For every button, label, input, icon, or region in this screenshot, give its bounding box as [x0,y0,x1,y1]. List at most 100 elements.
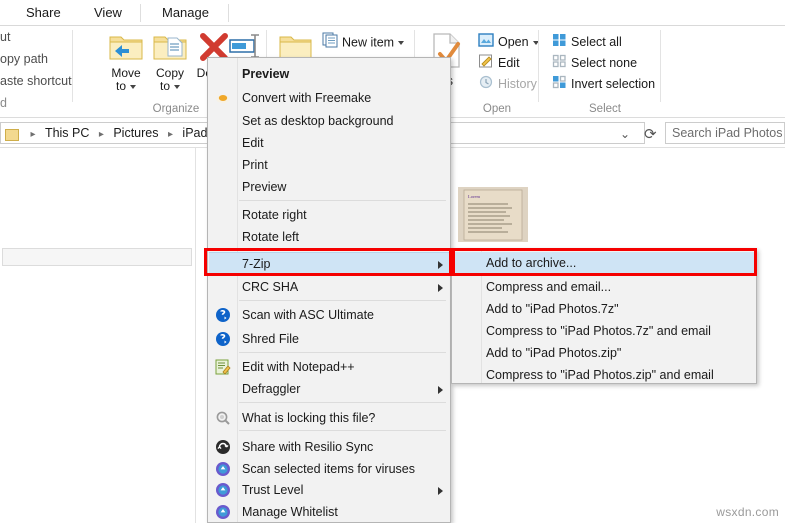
menu-item-scan-asc-ultimate[interactable]: Scan with ASC Ultimate [209,304,451,326]
menu-item-crc-sha[interactable]: CRC SHA [209,276,451,298]
breadcrumb-sep-1[interactable]: ▸ [94,125,109,145]
svg-text:Lorem: Lorem [468,194,480,199]
edit-label: Edit [498,56,520,70]
menu-label-asc: Scan with ASC Ultimate [242,308,374,322]
tab-divider-2 [228,4,229,22]
select-all-button[interactable]: Select all [552,32,622,52]
menu-separator-4 [239,352,446,353]
avast-scan-icon [215,461,231,477]
move-to-label: Move [111,66,140,80]
new-item-label: New item [342,35,394,49]
breadcrumb-pictures[interactable]: Pictures [113,123,158,143]
invert-selection-label: Invert selection [571,77,655,91]
select-none-button[interactable]: Select none [552,53,637,73]
menu-label-locking: What is locking this file? [242,411,375,425]
menu-label-notepad: Edit with Notepad++ [242,360,355,374]
chevron-right-icon-3 [438,386,443,394]
new-item-button[interactable]: New item [322,32,404,52]
open-button[interactable]: Open [478,32,539,52]
menu-item-convert-freemake[interactable]: Convert with Freemake [209,87,451,109]
file-thumbnail-3: Lorem [458,187,528,242]
ribbon-tabstrip: Share View Manage [0,0,785,26]
lock-search-icon [215,410,231,426]
chevron-down-icon-2[interactable] [174,85,180,89]
menu-item-edit[interactable]: Edit [209,132,451,154]
open-picture-icon [478,33,494,53]
new-item-icon [322,32,338,54]
menu-label-trust: Trust Level [242,483,303,497]
resilio-icon [215,439,231,455]
history-label: History [498,77,537,91]
search-input[interactable]: Search iPad Photos [665,122,785,144]
submenu-item-compress-and-email[interactable]: Compress and email... [453,276,757,298]
menu-item-scan-for-viruses[interactable]: Scan selected items for viruses [209,458,451,480]
copy-to-label: Copy [156,66,184,80]
menu-label-crcsha: CRC SHA [242,280,298,294]
group-divider-clipboard [72,30,73,102]
move-to-sublabel: to [116,79,126,93]
tab-view[interactable]: View [82,0,134,26]
menu-item-share-resilio[interactable]: Share with Resilio Sync [209,436,451,458]
menu-item-defraggler[interactable]: Defraggler [209,378,451,400]
menu-label-scan-viruses: Scan selected items for viruses [242,462,415,476]
menu-item-set-desktop-background[interactable]: Set as desktop background [209,110,451,132]
group-divider-open [538,30,539,102]
menu-label-shred: Shred File [242,332,299,346]
folder-icon [5,129,19,141]
file-explorer-window: Share View Manage ut opy path aste short… [0,0,785,523]
menu-item-preview[interactable]: Preview [209,176,451,198]
ribbon-cut-button[interactable]: ut [0,30,10,44]
menu-label: Convert with Freemake [242,91,371,105]
add-to-archive-highlight-annotation [452,248,757,276]
group-divider-select [660,30,661,102]
menu-separator-5 [239,402,446,403]
edit-pencil-icon [478,54,494,74]
ribbon-copy-path-button[interactable]: opy path [0,52,48,66]
breadcrumb-this-pc[interactable]: This PC [45,123,89,143]
menu-item-rotate-left[interactable]: Rotate left [209,226,451,248]
chevron-right-icon-2 [438,284,443,292]
refresh-icon[interactable]: ⟳ [644,125,657,143]
avast-trust-icon [215,482,231,498]
menu-item-print[interactable]: Print [209,154,451,176]
navpane-selected-item[interactable] [2,248,192,266]
submenu-item-compress-zip-email[interactable]: Compress to "iPad Photos.zip" and email [453,364,757,386]
navigation-pane[interactable] [0,148,196,523]
menu-label-resilio: Share with Resilio Sync [242,440,373,454]
menu-separator-6 [239,430,446,431]
submenu-item-compress-7z-email[interactable]: Compress to "iPad Photos.7z" and email [453,320,757,342]
chevron-down-icon[interactable] [130,85,136,89]
menu-separator-3 [239,300,446,301]
tab-share[interactable]: Share [14,0,73,26]
context-menu[interactable]: Preview Convert with Freemake Set as des… [207,57,451,523]
asc-shield-icon [215,307,231,323]
submenu-item-add-to-zip[interactable]: Add to "iPad Photos.zip" [453,342,757,364]
invert-selection-button[interactable]: Invert selection [552,74,655,94]
tab-divider [140,4,141,22]
tab-manage[interactable]: Manage [150,0,221,26]
chevron-right-icon-4 [438,487,443,495]
notepad-plus-icon [215,359,231,375]
history-clock-icon [478,75,494,95]
menu-item-manage-whitelist[interactable]: Manage Whitelist [209,501,451,523]
edit-button[interactable]: Edit [478,53,520,73]
menu-item-shred-file[interactable]: Shred File [209,328,451,350]
chevron-down-icon-address[interactable]: ⌄ [620,127,630,141]
history-button: History [478,74,537,94]
chevron-down-icon-4[interactable] [398,41,404,45]
select-group-label: Select [545,103,665,115]
menu-item-preview-bold[interactable]: Preview [209,63,451,85]
avast-whitelist-icon [215,504,231,520]
menu-item-what-is-locking[interactable]: What is locking this file? [209,407,451,429]
menu-label-defraggler: Defraggler [242,382,300,396]
shred-shield-icon [215,331,231,347]
menu-item-rotate-right[interactable]: Rotate right [209,204,451,226]
menu-item-edit-notepad-plus[interactable]: Edit with Notepad++ [209,356,451,378]
submenu-item-add-to-7z[interactable]: Add to "iPad Photos.7z" [453,298,757,320]
open-label: Open [498,35,529,49]
breadcrumb-sep-2[interactable]: ▸ [163,125,178,145]
menu-item-trust-level[interactable]: Trust Level [209,479,451,501]
breadcrumb-sep-0: ▸ [25,125,40,145]
seven-zip-highlight-annotation [204,248,452,276]
ribbon-paste-shortcut-button[interactable]: aste shortcut [0,74,72,88]
